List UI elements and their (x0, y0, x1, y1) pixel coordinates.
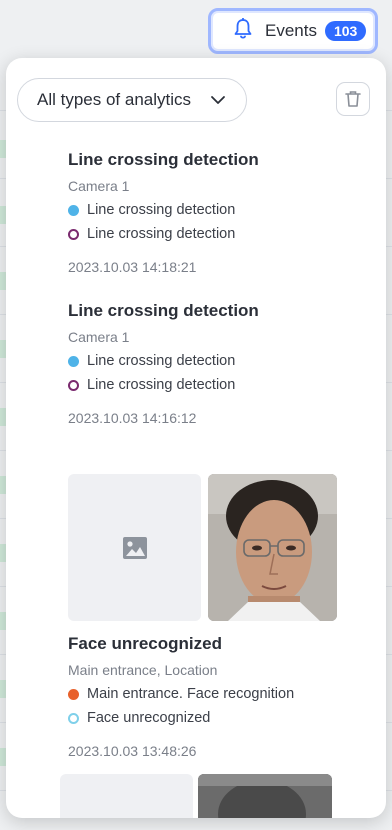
event-detail: Line crossing detection (68, 352, 368, 370)
event-item[interactable]: Line crossing detection Camera 1 Line cr… (68, 150, 368, 276)
event-detail-text: Face unrecognized (87, 710, 211, 726)
image-icon (122, 536, 147, 559)
chevron-down-icon (211, 96, 225, 104)
status-dot-ring (68, 712, 79, 724)
event-detail-text: Line crossing detection (87, 202, 236, 218)
events-button[interactable]: Events 103 (208, 8, 378, 54)
event-timestamp: 2023.10.03 14:18:21 (68, 259, 197, 275)
status-dot-ring (68, 379, 79, 391)
filter-label: All types of analytics (37, 90, 192, 109)
event-source: Camera 1 (68, 178, 130, 194)
face-snapshot[interactable] (198, 774, 332, 818)
event-title: Line crossing detection (68, 301, 259, 320)
status-dot-filled (68, 204, 79, 216)
event-detail: Face unrecognized (68, 709, 368, 727)
event-detail: Main entrance. Face recognition (68, 685, 368, 703)
status-dot-filled (68, 355, 79, 367)
trash-icon (345, 91, 361, 107)
face-photo (208, 474, 337, 621)
bell-icon (233, 17, 253, 45)
event-item[interactable]: Face unrecognized Main entrance, Locatio… (68, 634, 368, 760)
face-snapshot[interactable] (208, 474, 337, 621)
event-title: Face unrecognized (68, 634, 222, 653)
event-source: Camera 1 (68, 329, 130, 345)
event-detail: Line crossing detection (68, 201, 368, 219)
event-source: Main entrance, Location (68, 662, 218, 678)
events-label: Events (265, 21, 317, 40)
event-item[interactable]: Line crossing detection Camera 1 Line cr… (68, 301, 368, 427)
snapshot-placeholder[interactable] (60, 774, 193, 818)
events-count-badge: 103 (324, 21, 367, 41)
event-detail-text: Line crossing detection (87, 377, 236, 393)
events-panel: All types of analytics Line crossing det… (6, 58, 386, 818)
event-timestamp: 2023.10.03 13:48:26 (68, 743, 197, 759)
event-detail-text: Main entrance. Face recognition (87, 686, 295, 702)
event-detail-text: Line crossing detection (87, 353, 236, 369)
event-timestamp: 2023.10.03 14:16:12 (68, 410, 197, 426)
event-title: Line crossing detection (68, 150, 259, 169)
event-detail: Line crossing detection (68, 225, 368, 243)
clear-events-button[interactable] (336, 82, 370, 116)
event-detail: Line crossing detection (68, 376, 368, 394)
snapshot-placeholder[interactable] (68, 474, 201, 621)
status-dot-filled (68, 688, 79, 700)
face-photo (198, 774, 332, 818)
status-dot-ring (68, 228, 79, 240)
analytics-filter-dropdown[interactable]: All types of analytics (17, 78, 247, 122)
event-detail-text: Line crossing detection (87, 226, 236, 242)
